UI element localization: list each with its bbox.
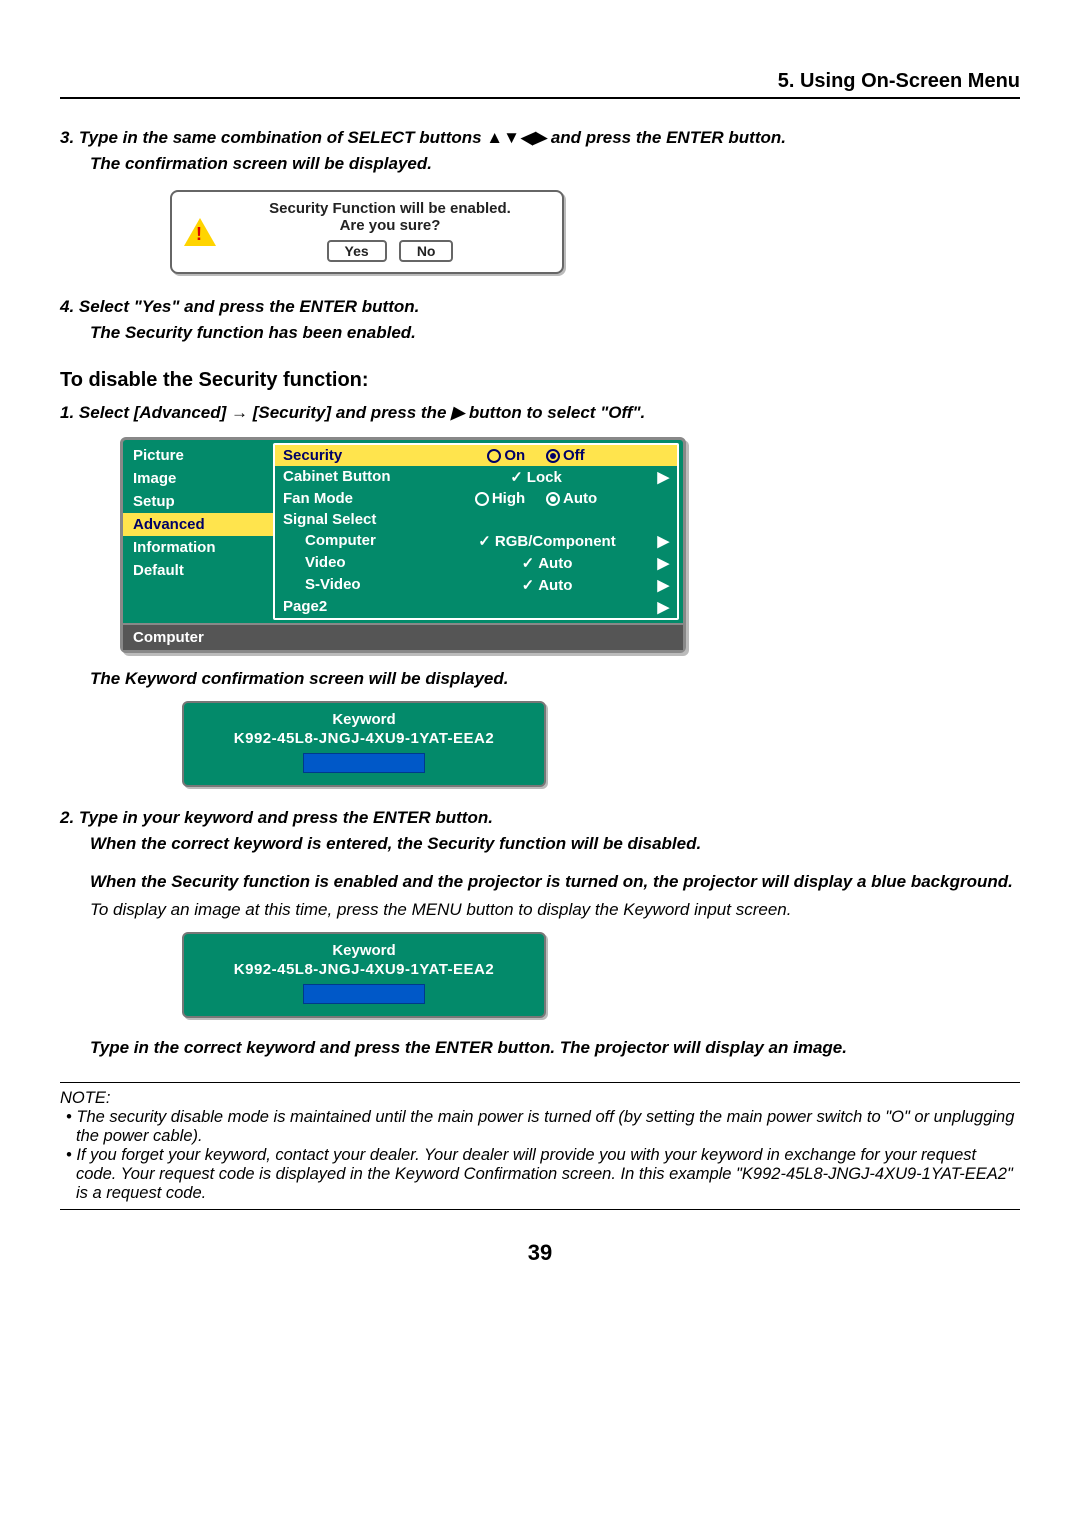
osd-left-information[interactable]: Information [123,536,273,559]
chevron-right-icon: ▶ [649,598,669,616]
step-4b: The Security function has been enabled. [90,323,1020,343]
osd-left-setup[interactable]: Setup [123,490,273,513]
chapter-header: 5. Using On-Screen Menu [60,70,1020,99]
kw-line: The Keyword confirmation screen will be … [90,669,1020,689]
radio-off-icon [546,449,560,463]
yes-button[interactable]: Yes [327,240,387,262]
check-icon: ✓ [510,468,523,486]
osd-left-col: Picture Image Setup Advanced Information… [123,440,273,623]
disable-step-1: 1. Select [Advanced] → [Security] and pr… [60,402,1020,425]
note-block: NOTE: • The security disable mode is mai… [60,1082,1020,1210]
keyword-input[interactable] [303,753,425,773]
no-button[interactable]: No [399,240,454,262]
blue-bg-b: To display an image at this time, press … [90,900,1020,920]
chevron-right-icon: ▶ [649,576,669,594]
page-number: 39 [60,1240,1020,1266]
keyword-title: Keyword [194,711,534,728]
confirm-dialog: Security Function will be enabled. Are y… [170,190,564,274]
osd-left-default[interactable]: Default [123,559,273,582]
blue-bg-a: When the Security function is enabled an… [90,872,1020,892]
confirm-line1: Security Function will be enabled. [228,200,552,217]
keyword-input-2[interactable] [303,984,425,1004]
osd-menu: Picture Image Setup Advanced Information… [120,437,686,653]
step-3b: The confirmation screen will be displaye… [90,154,1020,174]
osd-right-panel: Security On Off Cabinet Button ✓Lock ▶ F… [273,443,679,620]
check-icon: ✓ [522,554,535,572]
chevron-right-icon: ▶ [649,468,669,486]
chevron-right-icon: ▶ [649,532,669,550]
step-3: 3. Type in the same combination of SELEC… [60,127,1020,150]
keyword-box-1: Keyword K992-45L8-JNGJ-4XU9-1YAT-EEA2 [182,701,546,787]
osd-row-computer[interactable]: Computer ✓RGB/Component ▶ [275,530,677,552]
osd-left-image[interactable]: Image [123,467,273,490]
disable-step-2b: When the correct keyword is entered, the… [90,834,1020,854]
disable-heading: To disable the Security function: [60,369,1020,392]
check-icon: ✓ [522,576,535,594]
chevron-right-icon: ▶ [649,554,669,572]
osd-left-advanced[interactable]: Advanced [123,513,273,536]
osd-security-label: Security [283,447,423,464]
osd-left-picture[interactable]: Picture [123,444,273,467]
radio-on-icon [487,449,501,463]
keyword-code-2: K992-45L8-JNGJ-4XU9-1YAT-EEA2 [194,961,534,978]
osd-row-video[interactable]: Video ✓Auto ▶ [275,552,677,574]
note-label: NOTE: [60,1089,1020,1108]
osd-row-page2[interactable]: Page2 ▶ [275,596,677,618]
radio-high-icon [475,492,489,506]
keyword-box-2: Keyword K992-45L8-JNGJ-4XU9-1YAT-EEA2 [182,932,546,1018]
check-icon: ✓ [478,532,491,550]
osd-row-svideo[interactable]: S-Video ✓Auto ▶ [275,574,677,596]
note-item-1: • The security disable mode is maintaine… [66,1108,1020,1146]
warning-icon [172,192,228,272]
osd-footer: Computer [123,623,683,650]
confirm-line2: Are you sure? [228,217,552,234]
note-item-2: • If you forget your keyword, contact yo… [66,1146,1020,1203]
keyword-title-2: Keyword [194,942,534,959]
osd-row-fan[interactable]: Fan Mode High Auto [275,488,677,509]
keyword-code: K992-45L8-JNGJ-4XU9-1YAT-EEA2 [194,730,534,747]
step-4: 4. Select "Yes" and press the ENTER butt… [60,296,1020,319]
osd-row-security[interactable]: Security On Off [275,445,677,466]
radio-auto-icon [546,492,560,506]
disable-step-2a: 2. Type in your keyword and press the EN… [60,807,1020,830]
osd-row-signal: Signal Select [275,509,677,530]
type-correct: Type in the correct keyword and press th… [90,1038,1020,1058]
osd-row-cabinet[interactable]: Cabinet Button ✓Lock ▶ [275,466,677,488]
